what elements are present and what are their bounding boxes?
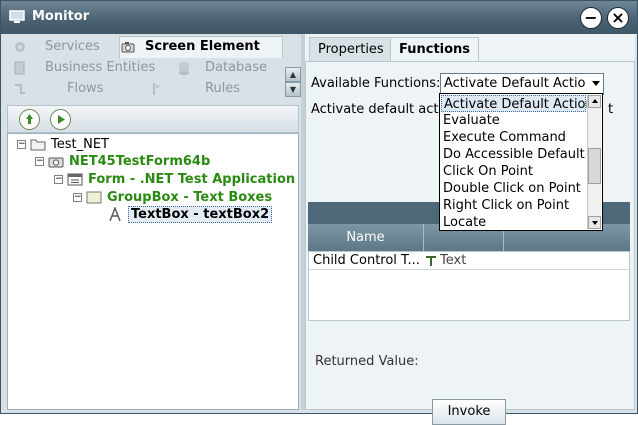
available-functions-select[interactable]: Activate Default Actio <box>440 73 604 95</box>
tree-node-label: Form - .NET Test Application <box>88 172 296 187</box>
available-functions-label: Available Functions: <box>311 76 441 91</box>
collapse-toggle[interactable]: − <box>17 140 26 149</box>
nav-scroll-buttons: ▲ ▼ <box>285 67 301 99</box>
tree-node[interactable]: − Form - .NET Test Application <box>54 171 295 188</box>
tab-properties[interactable]: Properties <box>309 37 393 61</box>
function-description-tail: t <box>608 102 614 117</box>
list-item[interactable]: Right Click on Point <box>441 197 586 214</box>
tree-node-label: GroupBox - Text Boxes <box>107 190 273 205</box>
list-item[interactable]: Execute Command <box>441 129 586 146</box>
list-item[interactable]: Locate <box>441 214 586 231</box>
textbox-icon <box>109 207 121 222</box>
parameters-grid: Child Control T... Text <box>308 251 630 321</box>
document-icon <box>14 61 25 74</box>
tab-functions[interactable]: Functions <box>390 37 480 61</box>
list-item[interactable]: Click On Point <box>441 163 586 180</box>
tree-node-label: NET45TestForm64b <box>69 154 211 169</box>
list-item[interactable]: Double Click on Point <box>441 180 586 197</box>
window-title: Monitor <box>32 9 90 24</box>
functions-dropdown-list[interactable]: Activate Default Action Evaluate Execute… <box>439 93 603 231</box>
chevron-up-icon <box>592 99 598 103</box>
nav-label: Flows <box>67 81 104 96</box>
nav-scroll-up-button[interactable]: ▲ <box>285 67 301 82</box>
recycle-button[interactable] <box>19 109 40 130</box>
minimize-icon: − <box>584 8 598 27</box>
element-tree[interactable]: − Test_NET − NET45TestForm64b − Form - .… <box>7 133 299 410</box>
invoke-button[interactable]: Invoke <box>432 399 506 425</box>
nav-item-business-entities[interactable]: Business Entities <box>13 60 155 75</box>
groupbox-icon <box>86 191 102 204</box>
nav-item-screen-element[interactable]: Screen Element <box>121 39 260 54</box>
list-item[interactable]: Do Accessible Default <box>441 146 586 163</box>
tab-label: Properties <box>318 42 384 57</box>
scroll-down-button[interactable] <box>588 216 601 229</box>
tree-node[interactable]: TextBox - textBox2 <box>107 206 273 223</box>
param-value-cell[interactable]: Text <box>425 253 466 268</box>
camera-icon <box>48 157 64 168</box>
nav-label: Rules <box>205 81 241 96</box>
selected-function-value: Activate Default Actio <box>444 76 586 91</box>
minimize-button[interactable]: − <box>580 7 602 29</box>
tree-node-label: Test_NET <box>51 137 109 152</box>
flag-icon <box>153 82 162 95</box>
tree-node-label: TextBox - textBox2 <box>128 206 273 223</box>
invoke-button-label: Invoke <box>447 404 491 419</box>
form-icon <box>67 173 83 186</box>
flow-icon <box>15 83 25 94</box>
nav-item-database[interactable]: Database <box>177 60 267 75</box>
nav-label: Services <box>45 39 100 54</box>
nav-scroll-down-button[interactable]: ▼ <box>285 82 301 97</box>
tree-node[interactable]: − NET45TestForm64b <box>35 153 210 170</box>
returned-value-label: Returned Value: <box>315 354 419 369</box>
nav-item-services[interactable]: Services <box>13 39 100 54</box>
close-icon: × <box>611 8 625 27</box>
tree-node[interactable]: − GroupBox - Text Boxes <box>73 189 272 206</box>
nav-item-rules[interactable]: Rules <box>151 81 240 96</box>
param-value: Text <box>440 253 467 268</box>
nav-item-flows[interactable]: Flows <box>13 81 103 96</box>
tree-toolbar <box>7 105 299 133</box>
tab-label: Functions <box>399 42 471 57</box>
text-type-icon <box>426 255 436 266</box>
param-name: Child Control T... <box>313 253 420 268</box>
close-button[interactable]: × <box>607 7 629 29</box>
chevron-down-icon <box>592 221 598 225</box>
recycle-icon <box>26 114 33 124</box>
tree-node[interactable]: − Test_NET <box>17 136 109 153</box>
function-description: Activate default actio <box>311 102 451 117</box>
collapse-toggle[interactable]: − <box>54 175 63 184</box>
list-item[interactable]: Activate Default Action <box>441 95 594 112</box>
scroll-thumb[interactable] <box>588 148 601 184</box>
nav-label: Screen Element <box>145 39 260 54</box>
chevron-down-icon <box>592 81 600 86</box>
monitor-window: Monitor − × Services Screen Element Busi… <box>0 0 638 425</box>
title-bar[interactable]: Monitor − × <box>1 1 637 34</box>
play-button[interactable] <box>50 109 71 130</box>
table-row[interactable]: Child Control T... Text <box>309 252 629 270</box>
column-header-name[interactable]: Name <box>308 224 424 251</box>
nav-label: Database <box>205 60 268 75</box>
database-icon <box>179 61 189 75</box>
monitor-icon <box>9 10 25 23</box>
left-panel: Services Screen Element Business Entitie… <box>5 34 301 410</box>
collapse-toggle[interactable]: − <box>35 157 44 166</box>
column-header-label: Name <box>346 230 385 245</box>
list-item[interactable]: Evaluate <box>441 112 586 129</box>
play-icon <box>58 115 65 124</box>
nav-label: Business Entities <box>45 60 156 75</box>
dropdown-scrollbar[interactable] <box>587 95 601 229</box>
camera-icon <box>121 41 135 52</box>
folder-icon <box>30 139 46 151</box>
gear-icon <box>15 41 25 52</box>
collapse-toggle[interactable]: − <box>73 193 82 202</box>
scroll-up-button[interactable] <box>588 95 601 108</box>
